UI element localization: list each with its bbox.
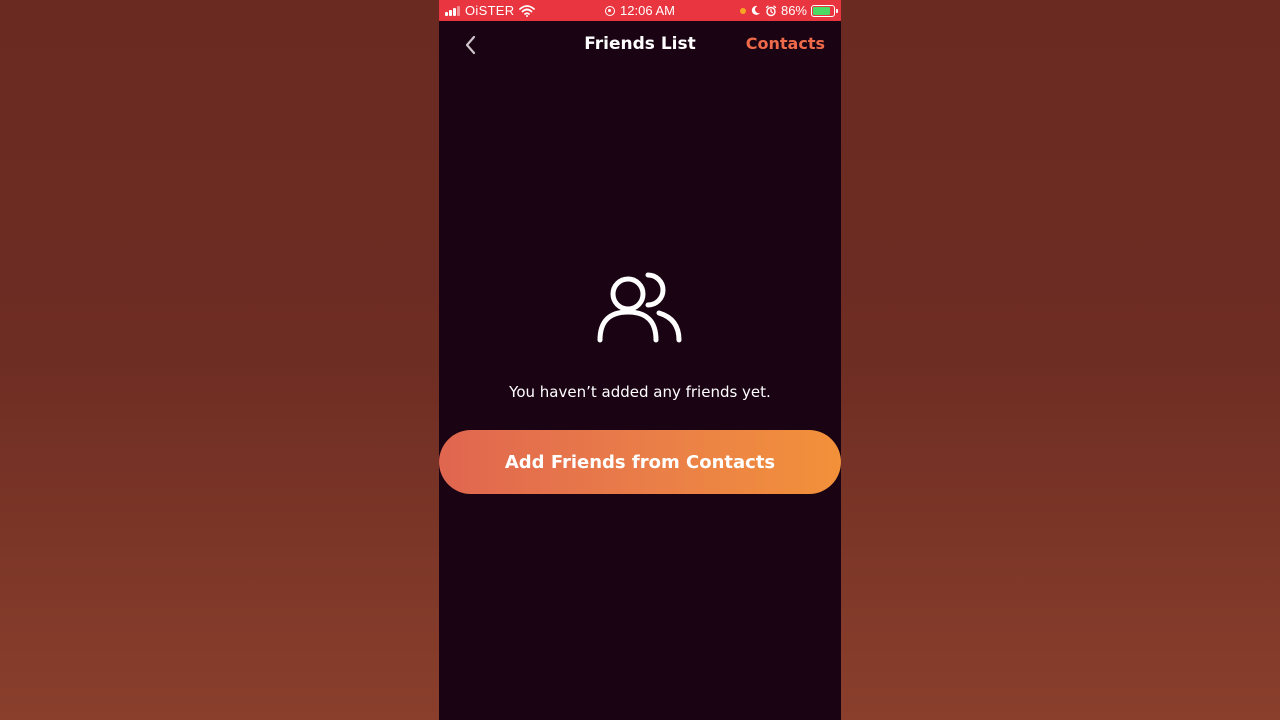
contacts-button[interactable]: Contacts [746,34,825,53]
add-friends-from-contacts-button[interactable]: Add Friends from Contacts [439,430,841,494]
status-bar: OiSTER 12:06 AM 86% [439,0,841,21]
background-right-panel [841,0,1280,720]
alarm-icon [765,5,777,16]
phone-screen: OiSTER 12:06 AM 86% Friends List Contact… [439,0,841,720]
orange-dot-indicator [739,7,746,14]
empty-state-message: You haven’t added any friends yet. [509,383,771,401]
moon-icon [751,5,760,15]
background-left-panel [0,0,439,720]
battery-percent: 86% [780,3,807,18]
battery-charging-icon [811,4,838,17]
status-bar-right: 86% [739,3,838,18]
navigation-bar: Friends List Contacts [439,21,841,69]
screen-record-icon [605,5,616,16]
status-time: 12:06 AM [620,3,675,18]
users-icon [597,272,682,343]
